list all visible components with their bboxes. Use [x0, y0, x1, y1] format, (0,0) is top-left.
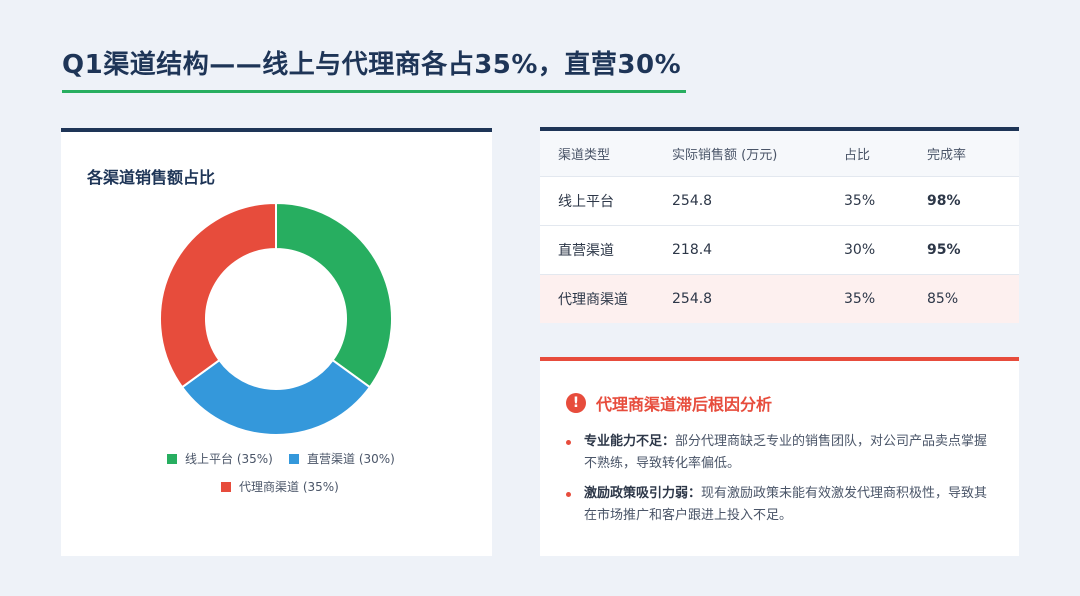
channel-table: 渠道类型 实际销售额 (万元) 占比 完成率 线上平台 254.8 35% 98…: [540, 131, 1019, 323]
cell-rate: 95%: [927, 225, 1019, 275]
cell-type: 代理商渠道: [540, 274, 672, 323]
legend-swatch-direct: [289, 453, 299, 464]
bullet-dot: [566, 440, 571, 445]
analysis-title: 代理商渠道滞后根因分析: [596, 395, 773, 414]
col-header-share: 占比: [844, 131, 927, 177]
legend-item-agent: 代理商渠道 (35%): [221, 478, 339, 495]
legend-swatch-agent: [221, 481, 231, 492]
cell-share: 35%: [844, 274, 927, 323]
table-row-highlighted: 代理商渠道 254.8 35% 85%: [540, 274, 1019, 323]
cell-share: 30%: [844, 225, 927, 275]
analysis-card: ! 代理商渠道滞后根因分析 专业能力不足：部分代理商缺乏专业的销售团队，对公司产…: [540, 357, 1019, 556]
table-row: 线上平台 254.8 35% 98%: [540, 176, 1019, 226]
donut-chart: [159, 201, 393, 436]
table-header-row: 渠道类型 实际销售额 (万元) 占比 完成率: [540, 131, 1019, 177]
cell-share: 35%: [844, 176, 927, 226]
analysis-header: ! 代理商渠道滞后根因分析: [566, 391, 772, 415]
alert-icon: !: [566, 393, 586, 413]
legend-swatch-online: [167, 453, 177, 464]
legend-item-online: 线上平台 (35%): [167, 450, 273, 467]
col-header-sales: 实际销售额 (万元): [672, 131, 844, 177]
col-header-type: 渠道类型: [540, 131, 672, 177]
list-item: 激励政策吸引力弱：现有激励政策未能有效激发代理商积极性，导致其在市场推广和客户跟…: [566, 483, 996, 527]
donut-slice-online: [275, 201, 393, 389]
donut-slice-direct: [180, 358, 372, 436]
bullet-dot: [566, 492, 571, 497]
page-title: Q1渠道结构——线上与代理商各占35%，直营30%: [62, 50, 682, 80]
item-label: 专业能力不足：: [584, 434, 676, 449]
channel-table-card: 渠道类型 实际销售额 (万元) 占比 完成率 线上平台 254.8 35% 98…: [540, 127, 1019, 323]
cell-sales: 254.8: [672, 176, 844, 226]
legend-item-direct: 直营渠道 (30%): [289, 450, 395, 467]
list-item: 专业能力不足：部分代理商缺乏专业的销售团队，对公司产品卖点掌握不熟练，导致转化率…: [566, 431, 996, 475]
cell-type: 线上平台: [540, 176, 672, 226]
cell-rate: 85%: [927, 274, 1019, 323]
title-underline: [62, 90, 686, 93]
donut-slice-agent: [159, 201, 277, 389]
cell-rate: 98%: [927, 176, 1019, 226]
cell-sales: 218.4: [672, 225, 844, 275]
legend-label-agent: 代理商渠道 (35%): [239, 480, 339, 494]
chart-card: 各渠道销售额占比 线上平台 (35%) 直营渠道 (30%) 代理商渠道 (35…: [61, 128, 492, 556]
legend-label-online: 线上平台 (35%): [185, 452, 273, 466]
legend-label-direct: 直营渠道 (30%): [307, 452, 395, 466]
col-header-rate: 完成率: [927, 131, 1019, 177]
table-row: 直营渠道 218.4 30% 95%: [540, 225, 1019, 275]
item-label: 激励政策吸引力弱：: [584, 486, 702, 501]
cell-sales: 254.8: [672, 274, 844, 323]
cell-type: 直营渠道: [540, 225, 672, 275]
analysis-list: 专业能力不足：部分代理商缺乏专业的销售团队，对公司产品卖点掌握不熟练，导致转化率…: [566, 431, 996, 535]
